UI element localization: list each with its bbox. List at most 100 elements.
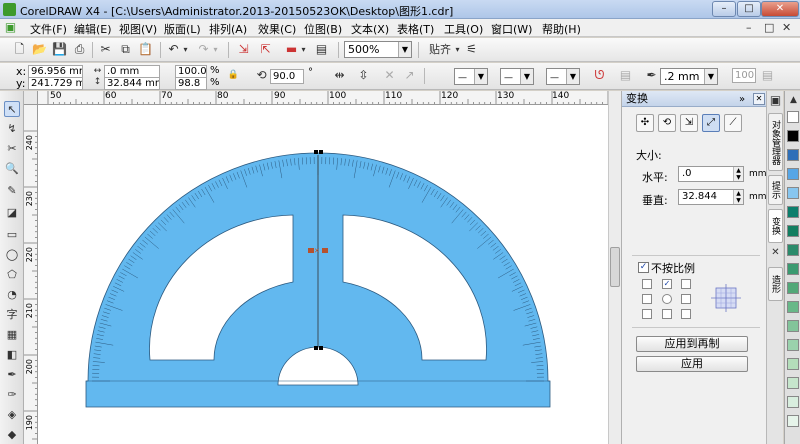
snap-dropdown-icon[interactable]: ▾	[450, 42, 465, 57]
smart-fill-tool-icon[interactable]: ◪	[4, 205, 20, 221]
tab-close-icon[interactable]: ✕	[768, 245, 783, 260]
anchor-top-left[interactable]	[642, 279, 652, 289]
menu-file[interactable]: 文件(F)	[30, 21, 67, 37]
color-swatch[interactable]	[787, 358, 799, 370]
tab-object-manager[interactable]: 对象管理器	[768, 113, 783, 171]
menu-arrange[interactable]: 排列(A)	[209, 21, 247, 37]
color-swatch[interactable]	[787, 168, 799, 180]
interactive-fill-tool-icon[interactable]: ◆	[4, 427, 20, 443]
anchor-top-center[interactable]: ✓	[662, 279, 672, 289]
scale-y-field[interactable]: 98.8	[175, 77, 207, 90]
color-swatch[interactable]	[787, 377, 799, 389]
basic-shapes-tool-icon[interactable]: ◔	[4, 287, 20, 303]
menu-window[interactable]: 窗口(W)	[491, 21, 532, 37]
end-arrowhead-select[interactable]: — ▼	[546, 68, 580, 85]
zoom-tool-icon[interactable]: 🔍	[4, 161, 20, 177]
line-end-icon[interactable]: ↗	[402, 68, 417, 83]
outline-width-select[interactable]: .2 mm ▼	[660, 68, 718, 85]
maximize-button[interactable]: □	[737, 1, 761, 17]
anchor-center[interactable]	[662, 294, 672, 304]
shape-tool-icon[interactable]: ↯	[4, 121, 20, 137]
color-swatch[interactable]	[787, 415, 799, 427]
tab-hints[interactable]: 提示	[768, 175, 783, 205]
text-tool-icon[interactable]: 字	[4, 307, 20, 323]
anchor-top-right[interactable]	[681, 279, 691, 289]
y-position-field[interactable]: 241.729 mm	[28, 77, 83, 90]
selection-handle[interactable]	[314, 346, 318, 350]
line-start-icon[interactable]: ✕	[382, 68, 397, 83]
rotation-field[interactable]: 90.0	[270, 69, 304, 84]
color-swatch[interactable]	[787, 130, 799, 142]
menu-view[interactable]: 视图(V)	[119, 21, 157, 37]
menu-layout[interactable]: 版面(L)	[164, 21, 201, 37]
print-icon[interactable]: ⎙	[72, 42, 87, 57]
color-swatch[interactable]	[787, 244, 799, 256]
apply-preset-icon[interactable]: ▤	[760, 68, 775, 83]
selection-handle[interactable]	[314, 150, 318, 154]
preset-field[interactable]: 100	[732, 68, 756, 83]
mirror-vertical-icon[interactable]: ⇳	[356, 68, 371, 83]
crop-tool-icon[interactable]: ✂	[4, 141, 20, 157]
menu-table[interactable]: 表格(T)	[397, 21, 434, 37]
vertical-scrollbar[interactable]	[608, 91, 621, 444]
save-icon[interactable]: 💾	[52, 42, 67, 57]
color-swatch[interactable]	[787, 187, 799, 199]
start-arrowhead-select[interactable]: — ▼	[454, 68, 488, 85]
paste-icon[interactable]: 📋	[138, 42, 153, 57]
color-swatch[interactable]	[787, 282, 799, 294]
undo-dropdown-icon[interactable]: ▾	[178, 42, 193, 57]
color-swatch[interactable]	[787, 339, 799, 351]
import-icon[interactable]: ⇲	[236, 42, 251, 57]
close-button[interactable]: ✕	[761, 1, 799, 17]
size-mode-button[interactable]: ⤢	[702, 114, 720, 132]
menu-tools[interactable]: 工具(O)	[444, 21, 483, 37]
doc-restore-button[interactable]: □	[764, 21, 774, 34]
menu-bitmaps[interactable]: 位图(B)	[304, 21, 342, 37]
color-swatch[interactable]	[787, 225, 799, 237]
docker-menu-icon[interactable]: ▣	[768, 93, 783, 108]
anchor-bottom-right[interactable]	[681, 309, 691, 319]
menu-help[interactable]: 帮助(H)	[542, 21, 581, 37]
close-curve-icon[interactable]: ᘎ	[592, 68, 607, 83]
doc-close-button[interactable]: ✕	[782, 21, 791, 34]
center-marker[interactable]	[322, 248, 328, 253]
scale-mirror-mode-button[interactable]: ⇲	[680, 114, 698, 132]
line-style-select[interactable]: — ▼	[500, 68, 534, 85]
menu-text[interactable]: 文本(X)	[351, 21, 389, 37]
anchor-bottom-left[interactable]	[642, 309, 652, 319]
menu-effects[interactable]: 效果(C)	[258, 21, 296, 37]
doc-minimize-button[interactable]: –	[746, 21, 752, 34]
minimize-button[interactable]: –	[712, 1, 736, 17]
color-swatch[interactable]	[787, 396, 799, 408]
open-folder-icon[interactable]: 📂	[32, 42, 47, 57]
export-icon[interactable]: ⇱	[258, 42, 273, 57]
vertical-ruler[interactable]: 240 230 220 210 200 190	[24, 105, 38, 444]
new-document-icon[interactable]: 🗋	[12, 42, 27, 57]
apply-to-duplicate-button[interactable]: 应用到再制	[636, 336, 748, 352]
horizontal-size-field[interactable]: .0 ▲ ▼	[678, 166, 744, 182]
collapse-arrows-icon[interactable]: »	[739, 92, 745, 108]
color-swatch[interactable]	[787, 301, 799, 313]
wrap-text-icon[interactable]: ▤	[618, 68, 633, 83]
launcher-dropdown-icon[interactable]: ▾	[296, 42, 311, 57]
horizontal-ruler[interactable]: 50 60 70 80 90 100 110 120 130 140	[24, 91, 608, 105]
protractor-drawing[interactable]: ✕	[38, 105, 608, 444]
mirror-horizontal-icon[interactable]: ⇹	[332, 68, 347, 83]
selection-handle[interactable]	[319, 150, 323, 154]
docker-close-icon[interactable]: ✕	[753, 93, 765, 105]
color-swatch[interactable]	[787, 320, 799, 332]
menu-edit[interactable]: 编辑(E)	[74, 21, 112, 37]
rectangle-tool-icon[interactable]: ▭	[4, 227, 20, 243]
height-field[interactable]: 32.844 mm	[104, 77, 160, 90]
outline-tool-icon[interactable]: ✑	[4, 387, 20, 403]
position-mode-button[interactable]: ✣	[636, 114, 654, 132]
eyedropper-tool-icon[interactable]: ✒	[4, 367, 20, 383]
spinner-icon[interactable]: ▲ ▼	[733, 190, 743, 204]
anchor-middle-left[interactable]	[642, 294, 652, 304]
drawing-canvas[interactable]: ✕	[38, 105, 608, 444]
color-swatch[interactable]	[787, 149, 799, 161]
polygon-tool-icon[interactable]: ⬠	[4, 267, 20, 283]
anchor-bottom-center[interactable]	[662, 309, 672, 319]
interactive-blend-tool-icon[interactable]: ◧	[4, 347, 20, 363]
cut-icon[interactable]: ✂	[98, 42, 113, 57]
